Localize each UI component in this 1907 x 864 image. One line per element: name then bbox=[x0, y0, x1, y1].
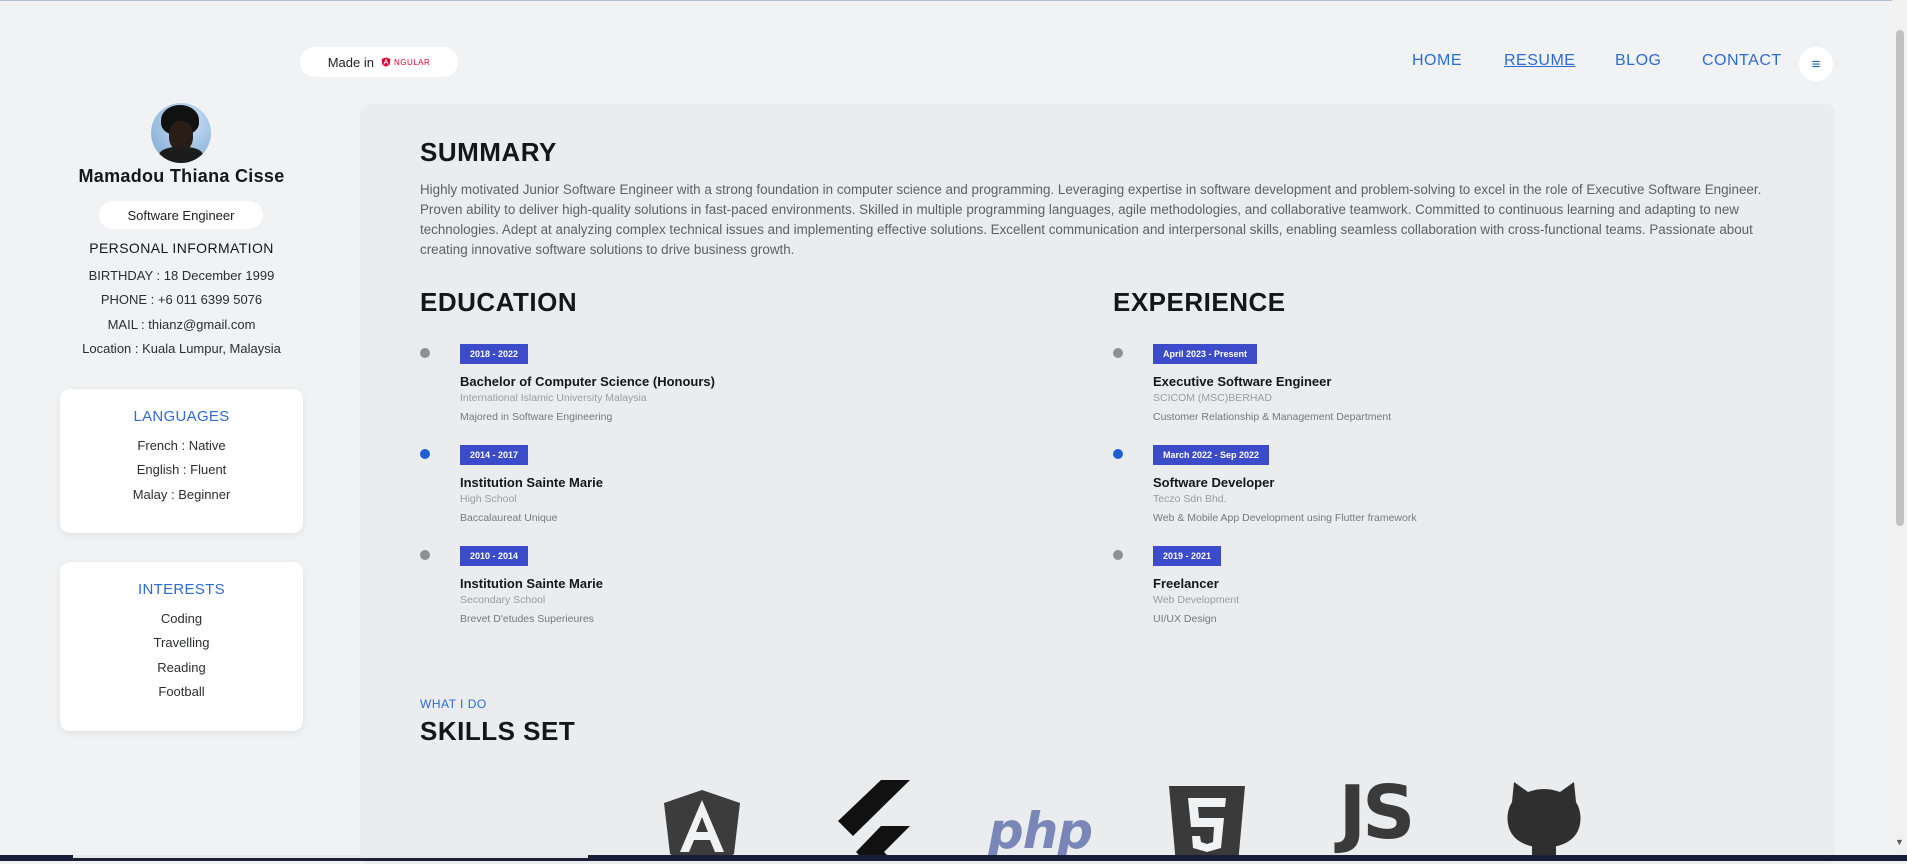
php-wordmark: php bbox=[988, 802, 1092, 856]
scrollbar-thumb[interactable] bbox=[1896, 30, 1904, 526]
javascript-wordmark: JS bbox=[1338, 776, 1416, 856]
html5-icon bbox=[1168, 776, 1246, 856]
made-in-label: Made in bbox=[327, 54, 374, 70]
experience-place: Teczo Sdn Bhd. bbox=[1153, 493, 1227, 505]
phone-text: PHONE : +6 011 6399 5076 bbox=[100, 292, 263, 307]
nav-blog[interactable]: BLOG bbox=[1615, 52, 1661, 70]
menu-button[interactable]: ≡ bbox=[1799, 47, 1833, 81]
interest-item: Coding bbox=[160, 611, 203, 626]
horizontal-scroll-thumb[interactable] bbox=[73, 855, 588, 858]
education-desc: Baccalaureat Unique bbox=[460, 512, 558, 524]
education-heading: EDUCATION bbox=[420, 287, 578, 317]
interest-item: Travelling bbox=[153, 635, 210, 650]
period-badge: 2014 - 2017 bbox=[460, 445, 529, 465]
experience-title: Freelancer bbox=[1153, 576, 1219, 591]
period-badge: 2018 - 2022 bbox=[460, 344, 529, 364]
language-item: Malay : Beginner bbox=[132, 487, 231, 502]
javascript-icon: JS bbox=[1332, 776, 1418, 856]
timeline-dot bbox=[1113, 449, 1123, 459]
education-place: High School bbox=[460, 493, 517, 505]
summary-text: Highly motivated Junior Software Enginee… bbox=[420, 182, 1762, 257]
education-title: Bachelor of Computer Science (Honours) bbox=[460, 374, 715, 389]
experience-heading: EXPERIENCE bbox=[1113, 287, 1286, 317]
angular-mini-icon bbox=[381, 57, 391, 67]
language-item: French : Native bbox=[137, 438, 226, 453]
nav-resume[interactable]: RESUME bbox=[1504, 52, 1575, 70]
vertical-scrollbar[interactable]: ▼ bbox=[1892, 0, 1907, 855]
education-title: Institution Sainte Marie bbox=[460, 576, 604, 591]
education-desc: Brevet D'etudes Superieures bbox=[460, 613, 594, 625]
experience-desc: Web & Mobile App Development using Flutt… bbox=[1153, 512, 1417, 524]
profile-name: Mamadou Thiana Cisse bbox=[78, 166, 285, 186]
angular-icon bbox=[660, 776, 744, 856]
window-top-border bbox=[0, 0, 1907, 1]
avatar bbox=[151, 103, 211, 163]
experience-desc: UI/UX Design bbox=[1153, 613, 1217, 625]
hamburger-icon: ≡ bbox=[1811, 55, 1821, 73]
period-badge: April 2023 - Present bbox=[1153, 344, 1258, 364]
languages-title: LANGUAGES bbox=[133, 408, 230, 425]
angular-wordmark: NGULAR bbox=[393, 57, 431, 67]
experience-desc: Customer Relationship & Management Depar… bbox=[1153, 411, 1392, 423]
skills-eyebrow: WHAT I DO bbox=[420, 697, 487, 711]
scroll-down-arrow-icon[interactable]: ▼ bbox=[1895, 838, 1904, 847]
experience-title: Software Developer bbox=[1153, 475, 1275, 490]
github-icon bbox=[1504, 776, 1584, 856]
interests-card: INTERESTS Coding Travelling Reading Foot… bbox=[60, 562, 303, 731]
timeline-dot bbox=[1113, 348, 1123, 358]
period-badge: 2010 - 2014 bbox=[460, 546, 529, 566]
language-item: English : Fluent bbox=[136, 462, 227, 477]
languages-card: LANGUAGES French : Native English : Flue… bbox=[60, 389, 303, 533]
education-title: Institution Sainte Marie bbox=[460, 475, 604, 490]
education-place: International Islamic University Malaysi… bbox=[460, 392, 647, 404]
role-badge: Software Engineer bbox=[99, 201, 263, 229]
flutter-icon bbox=[826, 776, 912, 856]
experience-place: Web Development bbox=[1153, 594, 1240, 606]
education-place: Secondary School bbox=[460, 594, 546, 606]
php-icon: php bbox=[988, 776, 1092, 856]
angular-logo: NGULAR bbox=[380, 56, 430, 68]
mail-text: MAIL : thianz@gmail.com bbox=[107, 317, 256, 332]
personal-info-title: PERSONAL INFORMATION bbox=[89, 240, 274, 256]
taskbar-strip bbox=[0, 855, 1907, 861]
interests-title: INTERESTS bbox=[138, 581, 225, 598]
interest-item: Football bbox=[158, 684, 205, 699]
made-in-badge[interactable]: Made in NGULAR bbox=[300, 47, 458, 77]
timeline-dot bbox=[420, 550, 430, 560]
timeline-dot bbox=[1113, 550, 1123, 560]
nav-home[interactable]: HOME bbox=[1412, 52, 1462, 70]
location-text: Location : Kuala Lumpur, Malaysia bbox=[82, 341, 281, 356]
experience-title: Executive Software Engineer bbox=[1153, 374, 1332, 389]
timeline-dot bbox=[420, 449, 430, 459]
education-desc: Majored in Software Engineering bbox=[460, 411, 613, 423]
period-badge: 2019 - 2021 bbox=[1153, 546, 1222, 566]
timeline-dot bbox=[420, 348, 430, 358]
experience-place: SCICOM (MSC)BERHAD bbox=[1153, 392, 1273, 404]
summary-heading: SUMMARY bbox=[420, 137, 557, 167]
nav-contact[interactable]: CONTACT bbox=[1702, 52, 1782, 70]
birthday-text: BIRTHDAY : 18 December 1999 bbox=[88, 268, 275, 283]
interest-item: Reading bbox=[157, 660, 206, 675]
period-badge: March 2022 - Sep 2022 bbox=[1153, 445, 1270, 465]
skills-heading: SKILLS SET bbox=[420, 716, 576, 746]
